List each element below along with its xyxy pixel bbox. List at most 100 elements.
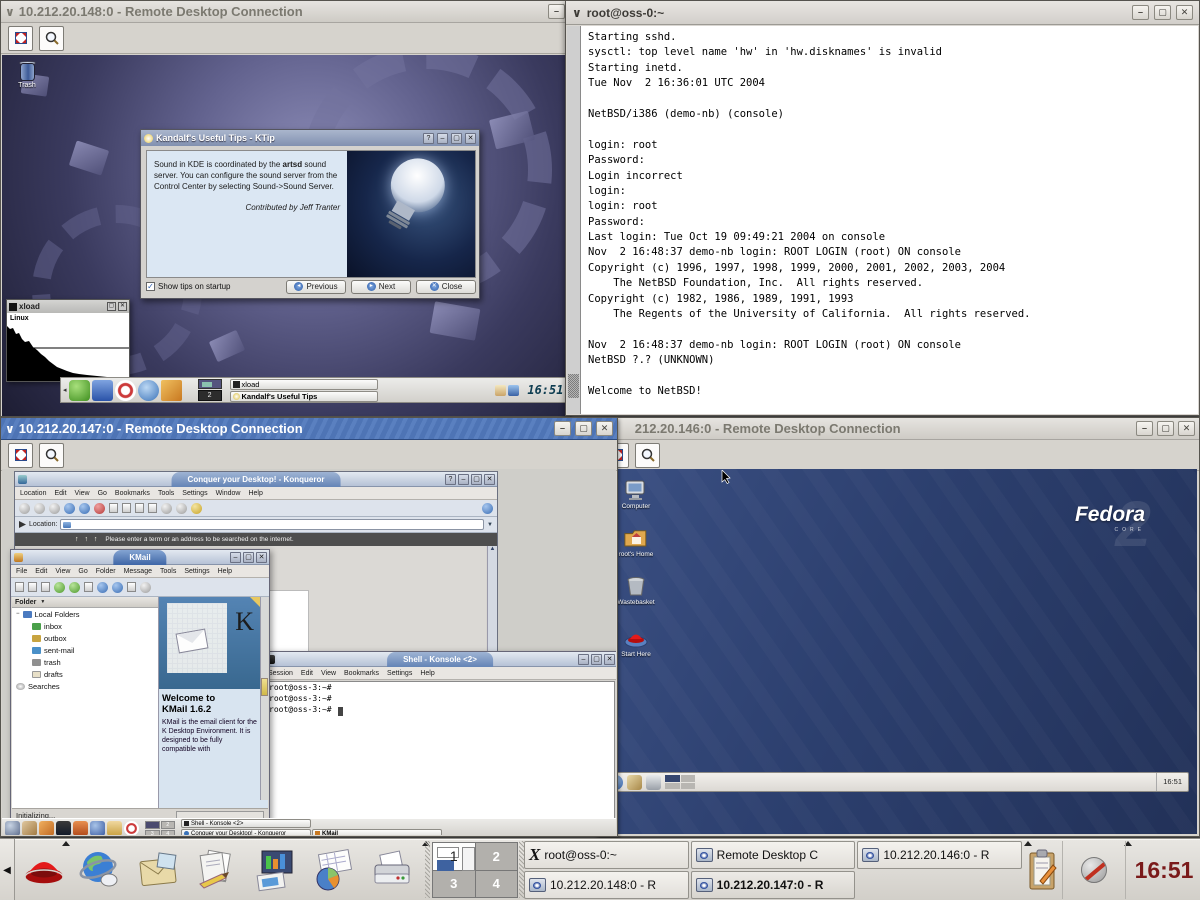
help-lifering-icon[interactable] (115, 380, 136, 401)
menu-item[interactable]: View (55, 565, 70, 578)
task-xload[interactable]: xload (230, 379, 378, 390)
menu-item[interactable]: Bookmarks (344, 667, 379, 680)
maximize-button[interactable] (1154, 5, 1171, 20)
chevron-down-icon[interactable] (5, 6, 15, 18)
minimize-button[interactable] (1132, 5, 1149, 20)
clear-location-icon[interactable] (19, 521, 26, 528)
menu-item[interactable]: Help (420, 667, 434, 680)
printer-icon[interactable] (646, 775, 661, 790)
menu-item[interactable]: View (75, 487, 90, 500)
close-tip-button[interactable]: ✕Close (416, 280, 476, 294)
drag-handle[interactable] (425, 841, 430, 898)
forward-icon[interactable] (112, 582, 123, 593)
zoom-button[interactable] (635, 443, 660, 468)
kmail-titlebar[interactable]: KMail (11, 550, 269, 565)
chevron-down-icon[interactable] (572, 7, 582, 19)
folder-row[interactable]: drafts (12, 668, 158, 680)
close-button[interactable] (484, 474, 495, 485)
workspace-2[interactable]: 2 (476, 843, 518, 870)
writer-launcher[interactable] (194, 846, 242, 894)
workspace-3[interactable]: 3 (145, 830, 160, 836)
print-launcher[interactable] (368, 846, 416, 894)
minimize-button[interactable] (458, 474, 469, 485)
maximize-button[interactable] (575, 421, 592, 436)
menu-item[interactable]: Tools (160, 565, 176, 578)
help-button[interactable] (423, 133, 434, 144)
minimize-button[interactable] (437, 133, 448, 144)
start-here-desktop-icon[interactable]: Start Here (613, 627, 659, 658)
kate-icon[interactable] (22, 821, 37, 835)
folder-row[interactable]: trash (12, 656, 158, 668)
menu-item[interactable]: Settings (184, 565, 209, 578)
titlebar-148[interactable]: 10.212.20.148:0 - Remote Desktop Connect… (1, 1, 569, 23)
home-icon[interactable] (64, 503, 75, 514)
menu-item[interactable]: Tools (158, 487, 174, 500)
close-button[interactable] (256, 552, 267, 563)
help-lifering-icon[interactable] (124, 821, 139, 835)
menu-item[interactable]: Settings (182, 487, 207, 500)
trash-desktop-icon[interactable]: Wastebasket (613, 575, 659, 606)
menu-item[interactable]: Edit (35, 565, 47, 578)
reply-icon[interactable] (84, 582, 93, 592)
menu-item[interactable]: Window (216, 487, 241, 500)
zoom-out-icon[interactable] (176, 503, 187, 514)
menu-item[interactable]: Settings (387, 667, 412, 680)
close-button[interactable] (465, 133, 476, 144)
zoom-button[interactable] (39, 443, 64, 468)
impress-launcher[interactable] (252, 846, 300, 894)
forward-icon[interactable] (34, 503, 45, 514)
folder-row[interactable]: inbox (12, 620, 158, 632)
close-button[interactable] (604, 654, 615, 665)
next-button[interactable]: ▸Next (351, 280, 411, 294)
task-kmail[interactable]: KMail (312, 829, 442, 835)
window-button-rdc[interactable]: Remote Desktop C (691, 841, 856, 869)
task-konqueror[interactable]: Conquer your Desktop! - Konqueror (181, 829, 311, 835)
workspace-pager[interactable]: 2 (198, 379, 222, 401)
location-dropdown-icon[interactable]: ▼ (487, 522, 493, 528)
maximize-button[interactable] (591, 654, 602, 665)
paste-icon[interactable] (135, 503, 144, 513)
vertical-scrollbar[interactable] (260, 597, 268, 800)
system-icon[interactable] (90, 821, 105, 835)
lock-icon[interactable] (191, 503, 202, 514)
minimize-button[interactable] (554, 421, 571, 436)
konqueror-titlebar[interactable]: Conquer your Desktop! - Konqueror (15, 472, 497, 487)
menu-item[interactable]: Folder (96, 565, 116, 578)
help-button[interactable] (445, 474, 456, 485)
network-offline-icon[interactable] (1081, 857, 1107, 883)
maximize-button[interactable] (451, 133, 462, 144)
scroll-up-icon[interactable]: ▲ (490, 546, 496, 552)
klipper-tray-icon[interactable] (495, 385, 506, 396)
menu-item[interactable]: Session (268, 667, 293, 680)
menu-item[interactable]: Help (218, 565, 232, 578)
menu-item[interactable]: View (321, 667, 336, 680)
maximize-button[interactable] (1157, 421, 1174, 436)
computer-desktop-icon[interactable]: Computer (613, 479, 659, 510)
email-launcher[interactable] (136, 846, 184, 894)
fullscreen-button[interactable] (8, 443, 33, 468)
workspace-2[interactable]: 2 (161, 821, 176, 829)
menu-item[interactable]: File (16, 565, 27, 578)
window-button-terminal[interactable]: X root@oss-0:~ (524, 841, 689, 869)
menu-item[interactable]: Go (78, 565, 87, 578)
close-button[interactable] (118, 302, 127, 311)
window-button-148[interactable]: 10.212.20.148:0 - R (524, 871, 689, 899)
workspace-1-thumbnail[interactable] (198, 379, 222, 389)
clock[interactable]: 16:51 (1128, 841, 1200, 899)
panel-hide-left-icon[interactable]: ◂ (63, 386, 67, 394)
fullscreen-button[interactable] (8, 26, 33, 51)
scrollbar-thumb[interactable] (568, 374, 579, 398)
konsole-titlebar[interactable]: Shell - Konsole <2> (263, 652, 616, 667)
stop-icon[interactable] (94, 503, 105, 514)
addressbook-icon[interactable] (127, 582, 136, 592)
zoom-button[interactable] (39, 26, 64, 51)
task-konsole[interactable]: Shell - Konsole <2> (181, 819, 311, 828)
folder-row[interactable]: sent-mail (12, 644, 158, 656)
terminal-scrollbar[interactable] (567, 26, 581, 414)
workspace-2[interactable] (681, 775, 696, 782)
workspace-3[interactable]: 3 (433, 871, 475, 898)
panel-clock[interactable]: 16:51 (527, 383, 563, 397)
task-ktip[interactable]: Kandalf's Useful Tips (230, 391, 378, 402)
workspace-4[interactable]: 4 (476, 871, 518, 898)
menu-item[interactable]: Location (20, 487, 46, 500)
